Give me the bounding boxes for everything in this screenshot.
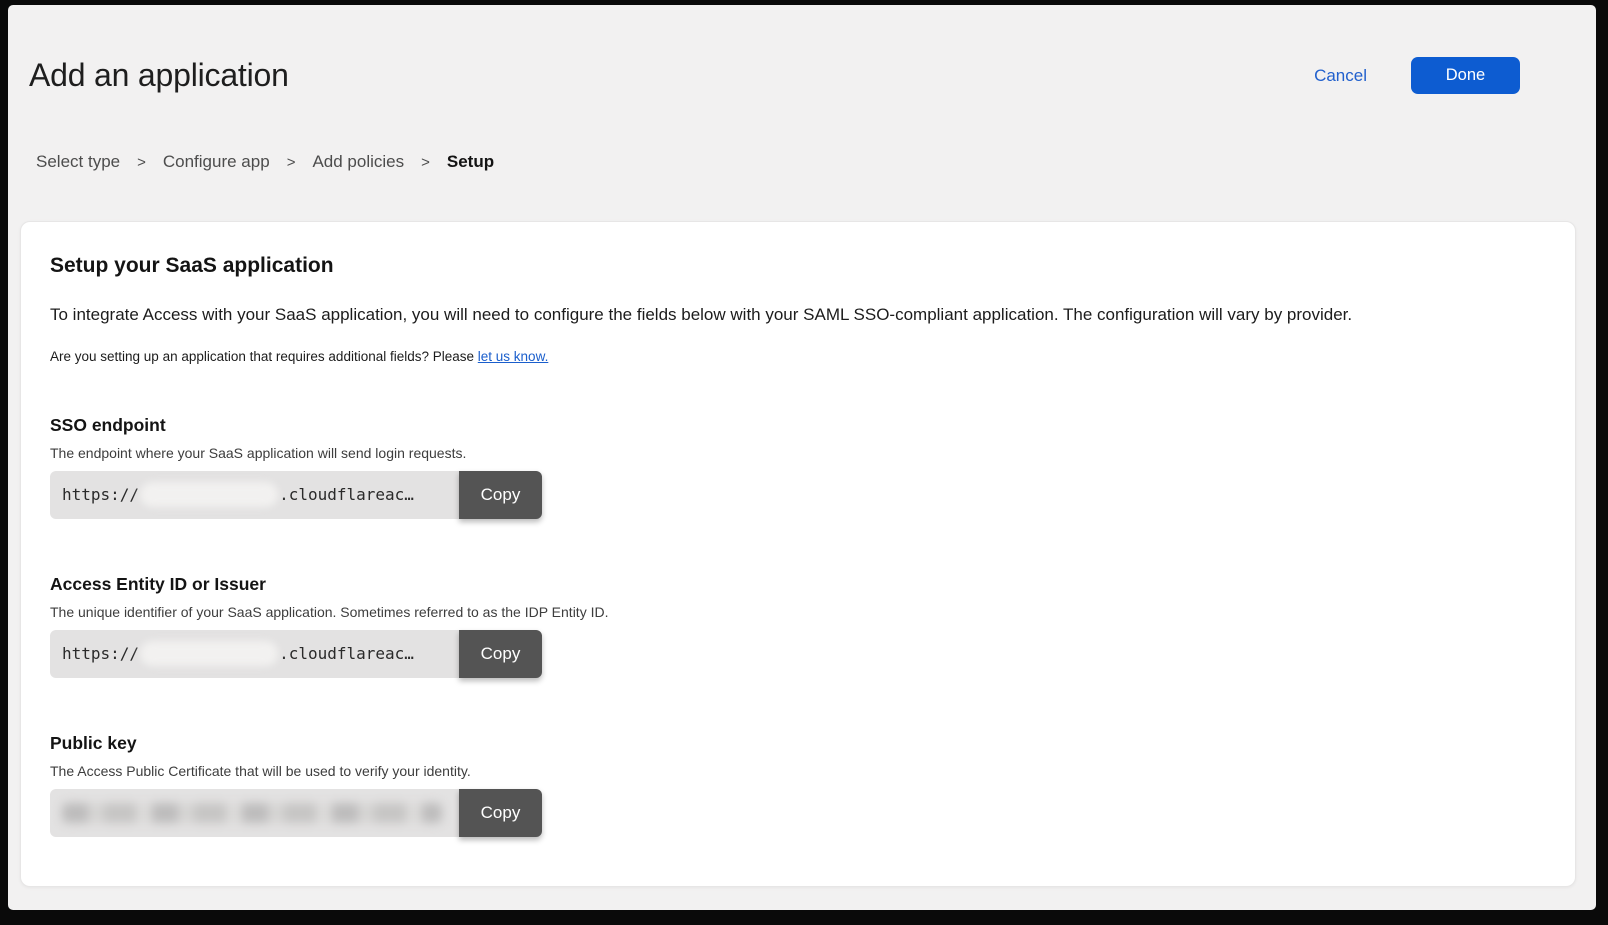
cancel-button[interactable]: Cancel [1314,66,1367,86]
entity-id-value: https:// .cloudflareac… [50,630,459,678]
public-key-value [50,789,459,837]
public-key-copy-button[interactable]: Copy [459,789,542,837]
breadcrumb-separator: > [421,154,430,171]
entity-id-description: The unique identifier of your SaaS appli… [50,604,1545,620]
header: Add an application Cancel Done [8,5,1596,94]
card-heading: Setup your SaaS application [50,254,1545,278]
sso-endpoint-label: SSO endpoint [50,415,1545,436]
card-note-text: Are you setting up an application that r… [50,349,478,364]
card-note: Are you setting up an application that r… [50,349,1545,364]
setup-card: Setup your SaaS application To integrate… [20,221,1576,887]
breadcrumb-step-add-policies[interactable]: Add policies [312,152,404,172]
entity-id-label: Access Entity ID or Issuer [50,574,1545,595]
entity-id-copy-button[interactable]: Copy [459,630,542,678]
entity-id-field-row: https:// .cloudflareac… Copy [50,630,542,678]
page: Add an application Cancel Done Select ty… [8,5,1596,910]
card-intro-text: To integrate Access with your SaaS appli… [50,304,1545,327]
public-key-field-row: Copy [50,789,542,837]
sso-endpoint-value: https:// .cloudflareac… [50,471,459,519]
header-actions: Cancel Done [1314,57,1520,94]
value-prefix: https:// [62,485,139,504]
value-suffix: .cloudflareac… [279,485,414,504]
redacted-value-blur [140,641,278,666]
sso-endpoint-section: SSO endpoint The endpoint where your Saa… [50,415,1545,519]
breadcrumb-step-setup: Setup [447,152,494,172]
breadcrumb-step-select-type[interactable]: Select type [36,152,120,172]
page-title: Add an application [29,57,289,94]
done-button[interactable]: Done [1411,57,1520,94]
let-us-know-link[interactable]: let us know. [478,349,549,364]
sso-endpoint-copy-button[interactable]: Copy [459,471,542,519]
public-key-section: Public key The Access Public Certificate… [50,733,1545,837]
sso-endpoint-field-row: https:// .cloudflareac… Copy [50,471,542,519]
public-key-label: Public key [50,733,1545,754]
redacted-value-blur [62,803,442,823]
redacted-value-blur [140,482,278,507]
value-prefix: https:// [62,644,139,663]
entity-id-section: Access Entity ID or Issuer The unique id… [50,574,1545,678]
breadcrumb: Select type > Configure app > Add polici… [36,152,1596,172]
sso-endpoint-description: The endpoint where your SaaS application… [50,445,1545,461]
public-key-description: The Access Public Certificate that will … [50,763,1545,779]
breadcrumb-separator: > [137,154,146,171]
breadcrumb-step-configure-app[interactable]: Configure app [163,152,270,172]
value-suffix: .cloudflareac… [279,644,414,663]
breadcrumb-separator: > [287,154,296,171]
